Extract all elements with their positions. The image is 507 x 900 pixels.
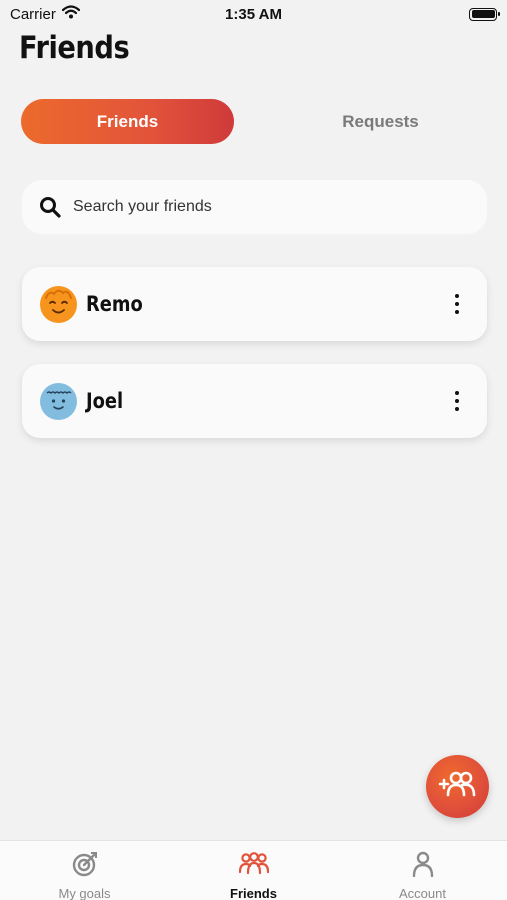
friends-icon [238,851,269,882]
page-title: Friends [19,30,130,66]
friend-name: Remo [86,292,143,316]
nav-label: Friends [230,886,277,900]
more-options-button[interactable] [445,386,469,416]
friend-card[interactable]: Remo [22,267,487,341]
smiling-face-icon [40,285,77,323]
wifi-icon [61,5,80,23]
search-input[interactable] [73,198,453,216]
battery-icon [469,7,500,21]
face-icon [40,382,77,420]
nav-item-my-goals[interactable]: My goals [0,841,169,900]
add-friend-button[interactable] [426,755,489,818]
friend-card[interactable]: Joel [22,364,487,438]
status-left: Carrier [10,5,80,23]
friend-name: Joel [86,389,124,413]
nav-item-friends[interactable]: Friends [169,841,338,900]
status-bar: Carrier 1:35 AM [0,0,507,28]
tab-friends[interactable]: Friends [21,99,234,144]
add-friend-icon [438,769,478,804]
search-bar[interactable] [22,180,487,234]
more-options-button[interactable] [445,289,469,319]
search-icon [38,195,62,219]
tab-requests[interactable]: Requests [274,99,487,144]
bottom-tab-bar: My goals Friends Account [0,840,507,900]
segmented-tabs: Friends Requests [21,99,487,144]
nav-item-account[interactable]: Account [338,841,507,900]
person-icon [410,851,436,882]
carrier-label: Carrier [10,5,56,23]
target-icon [72,851,98,882]
nav-label: My goals [58,886,111,900]
nav-label: Account [399,886,446,900]
